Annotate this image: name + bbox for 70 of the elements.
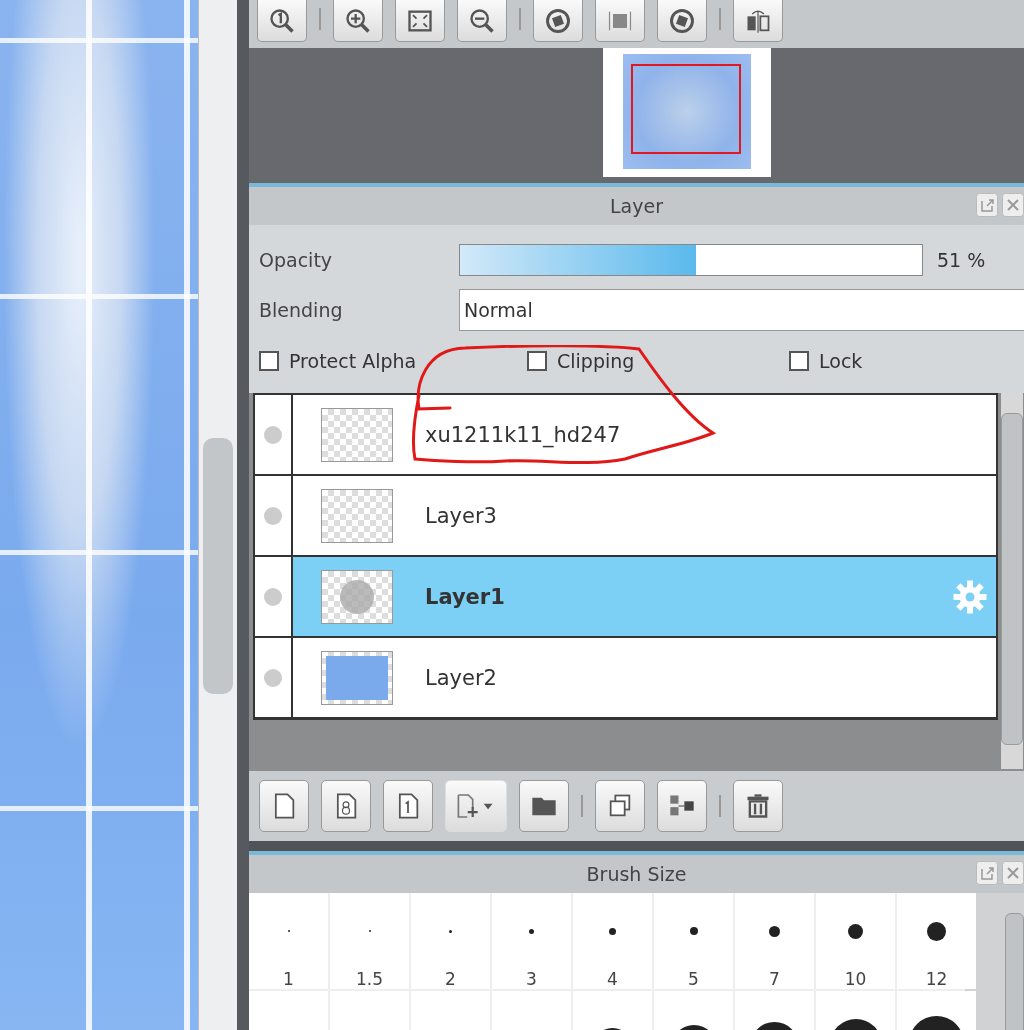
close-icon[interactable] <box>1002 861 1024 885</box>
layer-thumbnail <box>321 407 393 462</box>
brush-dot-icon <box>529 928 534 934</box>
brush-dot-icon <box>449 929 452 933</box>
detach-icon[interactable] <box>976 861 998 885</box>
zoom-in-icon[interactable] <box>333 0 383 42</box>
brush-dot-icon <box>927 921 946 941</box>
layer-row[interactable]: Layer1 <box>255 557 996 638</box>
new-1bit-layer-icon[interactable] <box>383 780 433 832</box>
brush-size-option[interactable]: 10 <box>816 893 895 989</box>
checkbox-label: Lock <box>819 350 863 372</box>
reset-view-icon[interactable] <box>595 0 645 42</box>
merge-layer-icon[interactable] <box>657 780 707 832</box>
viewport-frame[interactable] <box>630 64 741 154</box>
scrollbar[interactable] <box>1005 913 1024 1030</box>
duplicate-layer-icon[interactable] <box>595 780 645 832</box>
layer-row[interactable]: Layer3 <box>255 476 996 557</box>
brush-dot-icon <box>769 925 780 937</box>
checkbox[interactable] <box>527 351 547 371</box>
layer-name: xu1211k11_hd247 <box>425 422 622 447</box>
panel-title: Brush Size <box>586 863 687 885</box>
add-layer-dropdown-icon[interactable] <box>445 780 507 832</box>
layer-thumbnail <box>321 650 393 705</box>
brush-size-option[interactable]: 7 <box>735 893 814 989</box>
brush-size-option[interactable]: 3 <box>492 893 571 989</box>
checkbox[interactable] <box>259 351 279 371</box>
close-icon[interactable] <box>1002 193 1024 217</box>
layer-thumbnail <box>321 569 393 624</box>
blending-dropdown[interactable]: Normal <box>459 289 1024 331</box>
layer-name: Layer2 <box>425 665 498 690</box>
zoom-out-icon[interactable] <box>457 0 507 42</box>
checkbox-label: Protect Alpha <box>289 350 417 372</box>
layer-row[interactable]: xu1211k11_hd247 <box>255 395 996 476</box>
layer-row[interactable]: Layer2 <box>255 638 996 719</box>
checkbox[interactable] <box>789 351 809 371</box>
layer-thumbnail <box>321 488 393 543</box>
opacity-value: 51 % <box>937 249 986 271</box>
blending-label: Blending <box>259 299 344 321</box>
flip-horizontal-icon[interactable] <box>733 0 783 42</box>
visibility-toggle-icon[interactable] <box>264 425 282 444</box>
brush-size-option[interactable]: 1 <box>249 893 328 989</box>
fit-screen-icon[interactable] <box>395 0 445 42</box>
brush-size-option[interactable]: 12 <box>897 893 976 989</box>
rotate-left-icon[interactable] <box>533 0 583 42</box>
brush-dot-icon <box>848 923 863 939</box>
visibility-toggle-icon[interactable] <box>264 587 282 606</box>
rotate-right-icon[interactable] <box>657 0 707 42</box>
brush-size-option[interactable]: 1.5 <box>330 893 409 989</box>
opacity-slider[interactable] <box>459 244 923 276</box>
brush-dot-icon <box>609 927 616 935</box>
navigator-preview[interactable] <box>602 48 771 177</box>
panel-title: Layer <box>610 195 663 217</box>
brush-size-option[interactable]: 4 <box>573 893 652 989</box>
brush-dot-icon <box>689 927 698 935</box>
brush-size-option[interactable]: 5 <box>654 893 733 989</box>
new-8bit-layer-icon[interactable] <box>321 780 371 832</box>
layer-name: Layer3 <box>425 503 498 528</box>
visibility-toggle-icon[interactable] <box>264 506 282 525</box>
zoom-actual-icon[interactable] <box>257 0 307 42</box>
brush-size-option[interactable]: 2 <box>411 893 490 989</box>
layer-name: Layer1 <box>425 584 506 609</box>
detach-icon[interactable] <box>976 193 998 217</box>
visibility-toggle-icon[interactable] <box>264 668 282 687</box>
trash-icon[interactable] <box>733 780 783 832</box>
checkbox-label: Clipping <box>557 350 635 372</box>
scrollbar-thumb[interactable] <box>203 438 233 694</box>
scrollbar[interactable] <box>198 0 237 1030</box>
opacity-label: Opacity <box>259 249 334 271</box>
new-layer-icon[interactable] <box>259 780 309 832</box>
folder-icon[interactable] <box>519 780 569 832</box>
